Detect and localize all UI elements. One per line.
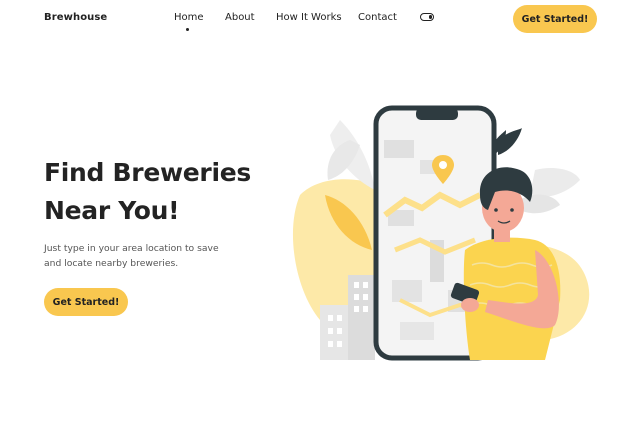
hero-subtitle: Just type in your area location to save … bbox=[44, 242, 244, 271]
toggle-icon[interactable] bbox=[420, 13, 434, 21]
building-left-top bbox=[348, 275, 375, 360]
active-indicator bbox=[186, 28, 189, 31]
hero-get-started-button[interactable]: Get Started! bbox=[44, 288, 128, 316]
nav-link-how-it-works[interactable]: How It Works bbox=[276, 12, 342, 23]
nav-link-contact[interactable]: Contact bbox=[358, 12, 397, 23]
brand-logo[interactable]: Brewhouse bbox=[44, 12, 107, 23]
hero-subtitle-line-2: and locate nearby breweries. bbox=[44, 257, 179, 269]
hero-title: Find Breweries Near You! bbox=[44, 154, 304, 230]
nav-get-started-button[interactable]: Get Started! bbox=[513, 5, 597, 33]
phone-notch bbox=[416, 108, 458, 120]
hero-illustration bbox=[292, 105, 590, 361]
leaf-right-grey bbox=[530, 168, 580, 197]
nav-link-home[interactable]: Home bbox=[174, 12, 204, 23]
hero-title-line-2: Near You! bbox=[44, 196, 180, 225]
hero-title-line-1: Find Breweries bbox=[44, 158, 251, 187]
person-hand bbox=[461, 298, 479, 312]
hero-subtitle-line-1: Just type in your area location to save bbox=[44, 243, 219, 254]
navbar: Brewhouse Home About How It Works Contac… bbox=[0, 0, 640, 38]
toggle-knob bbox=[428, 15, 432, 19]
nav-link-about[interactable]: About bbox=[225, 12, 255, 23]
